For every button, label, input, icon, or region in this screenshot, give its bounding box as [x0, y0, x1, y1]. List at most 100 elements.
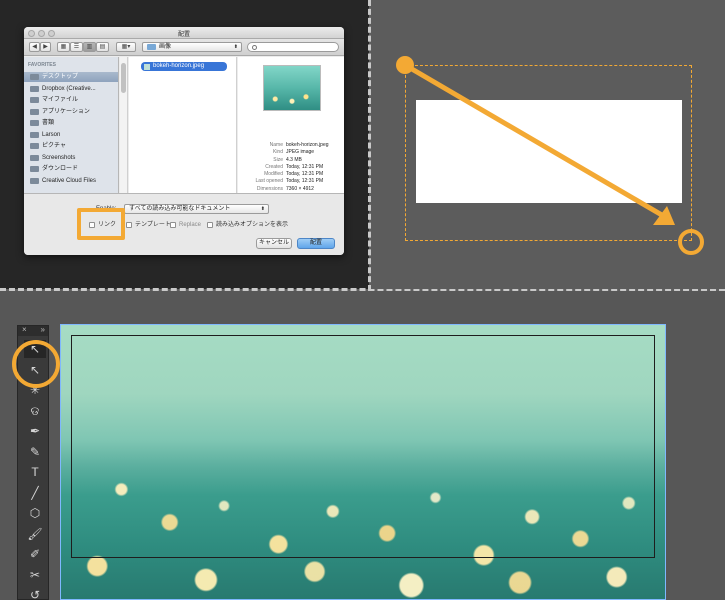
format-select[interactable]: すべての読み込み可能なドキュメント ⬍ — [124, 204, 269, 214]
column-view-button[interactable]: ▥ — [83, 42, 96, 52]
scroll-column — [120, 57, 128, 193]
replace-checkbox[interactable]: Replace — [170, 221, 201, 229]
file-info-row: Last opened Today, 12:31 PM — [238, 178, 344, 185]
search-icon — [252, 44, 257, 50]
checkbox-icon — [170, 222, 176, 228]
dialog-title: 配置 — [177, 32, 190, 38]
folder-icon — [147, 44, 156, 50]
file-info-label: Kind — [272, 149, 283, 156]
curvature-tool-icon[interactable]: ✎ — [24, 443, 46, 461]
blob-brush-tool-icon[interactable]: ✐ — [24, 545, 46, 563]
sidebar-item-label: 書類 — [42, 120, 55, 126]
sidebar-item[interactable]: デスクトップ — [24, 72, 118, 82]
folder-icon — [30, 85, 39, 92]
drag-arrow-line — [402, 62, 670, 221]
show-import-options-checkbox[interactable]: 読み込みオプションを表示 — [207, 221, 288, 229]
close-icon[interactable]: × — [22, 325, 27, 334]
forward-button[interactable]: ▶ — [40, 42, 51, 52]
frame-bounds — [71, 335, 655, 558]
icon-view-button[interactable]: ▦ — [57, 42, 70, 52]
sidebar-item[interactable]: マイファイル — [24, 95, 118, 105]
icon-view-icon: ▦ — [60, 44, 67, 50]
file-info: Name bokeh-horizon.jpeg Kind JPEG image Size… — [238, 142, 344, 193]
folder-icon — [30, 154, 39, 161]
file-info-label: Last opened — [255, 178, 283, 185]
home-icon — [30, 131, 39, 138]
double-chevron-icon[interactable]: » — [41, 325, 45, 334]
file-info-value: bokeh-horizon.jpeg — [286, 142, 329, 148]
arrange-icon: ▦▾ — [121, 44, 131, 50]
file-info-label: Size — [273, 156, 283, 163]
list-view-icon: ☰ — [73, 44, 80, 50]
preview-thumbnail — [263, 65, 321, 111]
sidebar-header: FAVORITES — [28, 62, 56, 68]
file-info-label: Modified — [264, 171, 283, 178]
file-item-selected[interactable]: bokeh-horizon.jpeg — [141, 62, 227, 71]
file-column: bokeh-horizon.jpeg — [129, 57, 237, 193]
format-select-value: すべての読み込み可能なドキュメント — [129, 206, 231, 212]
file-info-label: Name — [269, 142, 283, 148]
sidebar-item-label: ダウンロード — [42, 166, 79, 172]
place-dialog: 配置 ◀ ▶ ▦ ☰ ▥ ▤ ▦▾ 画像 ⬍ FAVORITES デスクトップ D… — [24, 27, 344, 255]
column-view-icon: ▥ — [86, 44, 93, 50]
sidebar-item[interactable]: 書類 — [24, 118, 118, 128]
back-button[interactable]: ◀ — [29, 42, 40, 52]
sidebar-item[interactable]: Creative Cloud Files — [24, 176, 118, 186]
placed-image-panel: × » ↖ ↖ ✳ ଡ ✒ ✎ T ╱ ⬡ 🖌 ✐ ✂ ↺ — [0, 291, 725, 600]
sidebar-item[interactable]: アプリケーション — [24, 107, 118, 117]
sidebar-item[interactable]: ダウンロード — [24, 164, 118, 174]
applications-icon — [30, 108, 39, 115]
rotate-tool-icon[interactable]: ↺ — [24, 586, 46, 600]
line-tool-icon[interactable]: ╱ — [24, 484, 46, 502]
sidebar-item-label: ピクチャ — [42, 143, 66, 149]
shape-tool-icon[interactable]: ⬡ — [24, 504, 46, 522]
file-info-row: Kind JPEG image — [238, 149, 344, 156]
pen-tool-icon[interactable]: ✒ — [24, 422, 46, 440]
vertical-scrollbar[interactable] — [121, 63, 126, 93]
drag-end-circle — [678, 229, 704, 255]
type-tool-icon[interactable]: T — [24, 463, 46, 481]
link-checkbox-highlight — [77, 208, 125, 240]
checkbox-icon — [126, 222, 132, 228]
file-info-value: Today, 12:31 PM — [286, 171, 324, 178]
sidebar-item-label: Dropbox (Creative... — [42, 85, 96, 92]
dialog-titlebar: 配置 — [24, 27, 344, 39]
template-checkbox[interactable]: テンプレート — [126, 221, 171, 229]
sidebar-item-label: アプリケーション — [42, 108, 90, 115]
sidebar-item[interactable]: Screenshots — [24, 153, 118, 163]
template-label: テンプレート — [135, 222, 171, 228]
list-view-button[interactable]: ☰ — [70, 42, 83, 52]
dialog-toolbar: ◀ ▶ ▦ ☰ ▥ ▤ ▦▾ 画像 ⬍ — [24, 39, 344, 56]
dialog-footer: Enable: すべての読み込み可能なドキュメント ⬍ リンク テンプレート R… — [24, 193, 344, 255]
coverflow-view-button[interactable]: ▤ — [96, 42, 109, 52]
place-dialog-panel: 配置 ◀ ▶ ▦ ☰ ▥ ▤ ▦▾ 画像 ⬍ FAVORITES デスクトップ D… — [0, 0, 369, 289]
lasso-tool-icon[interactable]: ଡ — [24, 402, 46, 420]
desktop-icon — [30, 74, 39, 80]
search-input[interactable] — [247, 42, 339, 52]
placed-image[interactable] — [60, 324, 666, 600]
file-info-row: Dimensions 7360 × 4912 — [238, 186, 344, 193]
paintbrush-tool-icon[interactable]: 🖌 — [24, 525, 46, 543]
drag-placement-panel — [371, 0, 725, 289]
folder-icon — [30, 177, 39, 184]
tools-panel-header: × » — [18, 325, 48, 336]
file-name: bokeh-horizon.jpeg — [153, 63, 205, 69]
replace-label: Replace — [179, 222, 202, 228]
cancel-button[interactable]: キャンセル — [256, 238, 292, 249]
place-button[interactable]: 配置 — [297, 238, 335, 249]
arrange-button[interactable]: ▦▾ — [116, 42, 136, 52]
location-popup[interactable]: 画像 ⬍ — [142, 42, 242, 52]
show-import-options-label: 読み込みオプションを表示 — [216, 222, 289, 228]
scissors-tool-icon[interactable]: ✂ — [24, 566, 46, 584]
sidebar-item[interactable]: Dropbox (Creative... — [24, 84, 118, 94]
sidebar-item[interactable]: ピクチャ — [24, 141, 118, 151]
pictures-icon — [30, 143, 39, 149]
file-info-row: Created Today, 12:31 PM — [238, 164, 344, 171]
sidebar: FAVORITES デスクトップ Dropbox (Creative... マイファ… — [24, 57, 119, 193]
file-info-value: Today, 12:31 PM — [286, 163, 324, 170]
sidebar-item-label: Screenshots — [42, 154, 76, 161]
preview-column: Name bokeh-horizon.jpeg Kind JPEG image Size… — [238, 57, 344, 193]
drag-gesture — [396, 56, 704, 255]
sidebar-item[interactable]: Larson — [24, 130, 118, 140]
file-info-label: Created — [265, 163, 283, 170]
